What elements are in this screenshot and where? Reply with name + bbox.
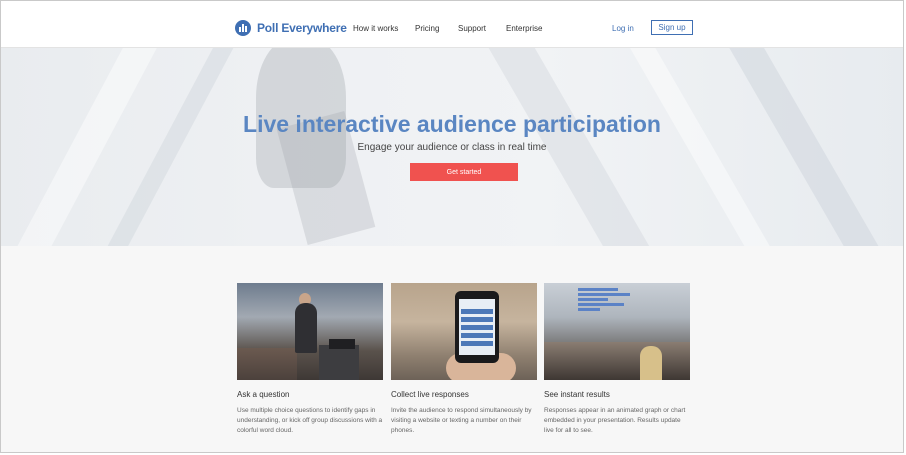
feature-title: Ask a question: [237, 390, 290, 399]
signup-button[interactable]: Sign up: [651, 20, 693, 35]
feature-title: Collect live responses: [391, 390, 469, 399]
feature-image-phone: [391, 283, 537, 380]
features-section: Ask a question Use multiple choice quest…: [1, 246, 903, 452]
phone-option-shape: [461, 325, 493, 330]
nav-link-support[interactable]: Support: [458, 24, 486, 33]
brand-name: Poll Everywhere: [257, 21, 347, 35]
browser-viewport: Poll Everywhere How it works Pricing Sup…: [0, 0, 904, 453]
hero-title: Live interactive audience participation: [243, 111, 661, 137]
feature-description: Responses appear in an animated graph or…: [544, 407, 686, 434]
feature-description: Invite the audience to respond simultane…: [391, 407, 532, 434]
phone-option-shape: [461, 317, 493, 322]
login-link[interactable]: Log in: [612, 24, 634, 33]
hero-banner: Live interactive audience participation …: [1, 48, 903, 246]
podium-shape: [319, 345, 359, 380]
hero-subtitle: Engage your audience or class in real ti…: [357, 142, 547, 153]
speaker-shape: [295, 303, 317, 353]
phone-option-shape: [461, 333, 493, 338]
feature-image-audience: [544, 283, 690, 380]
poll-logo-icon: [235, 20, 251, 36]
result-bar-shape: [578, 293, 630, 296]
feature-title: See instant results: [544, 390, 610, 399]
laptop-shape: [329, 339, 355, 349]
phone-option-shape: [461, 309, 493, 314]
audience-member-shape: [640, 346, 662, 380]
result-bar-shape: [578, 288, 618, 291]
feature-image-speaker: [237, 283, 383, 380]
nav-link-pricing[interactable]: Pricing: [415, 24, 439, 33]
result-bar-shape: [578, 298, 608, 301]
nav-link-how-it-works[interactable]: How it works: [353, 24, 398, 33]
audience-shape: [237, 348, 297, 380]
feature-card-collect-responses: Collect live responses Invite the audien…: [391, 283, 537, 436]
brand-logo[interactable]: Poll Everywhere: [235, 20, 347, 36]
top-navigation: Poll Everywhere How it works Pricing Sup…: [1, 8, 903, 48]
phone-option-shape: [461, 341, 493, 346]
audience-shape: [544, 342, 690, 380]
feature-card-instant-results: See instant results Responses appear in …: [544, 283, 690, 436]
result-bar-shape: [578, 303, 624, 306]
nav-link-enterprise[interactable]: Enterprise: [506, 24, 542, 33]
result-bar-shape: [578, 308, 600, 311]
feature-description: Use multiple choice questions to identif…: [237, 407, 383, 434]
get-started-button[interactable]: Get started: [410, 163, 518, 181]
feature-card-ask-question: Ask a question Use multiple choice quest…: [237, 283, 383, 436]
